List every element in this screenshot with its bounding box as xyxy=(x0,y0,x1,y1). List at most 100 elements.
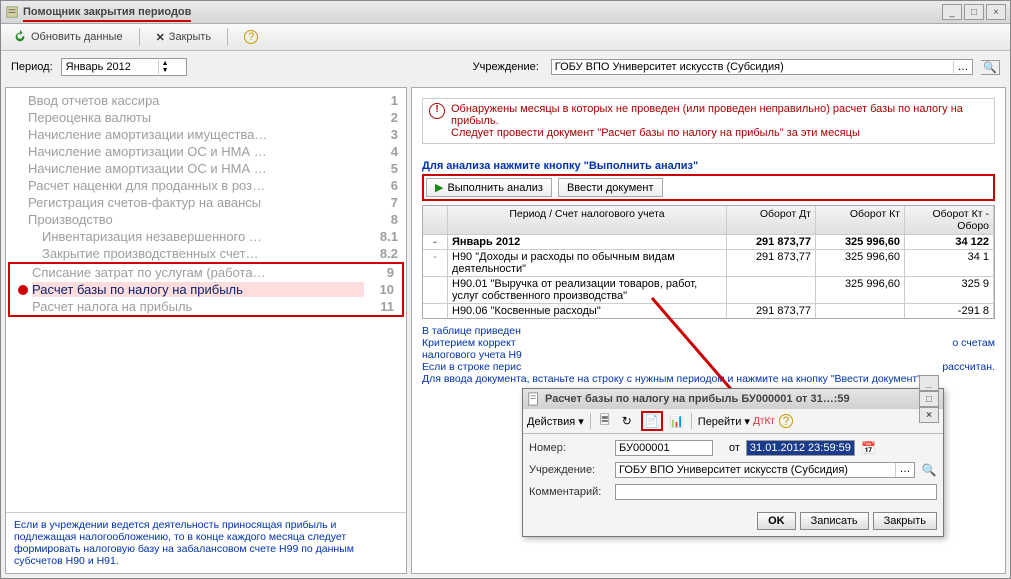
refresh-doc-icon[interactable]: ↻ xyxy=(619,413,635,429)
calendar-icon[interactable]: 📅 xyxy=(861,440,877,456)
task-name: Закрытие производственных счет… xyxy=(42,246,368,261)
doc-close-button[interactable]: Закрыть xyxy=(873,512,937,530)
task-num: 11 xyxy=(364,299,394,314)
doc-title-text: Расчет базы по налогу на прибыль БУ00000… xyxy=(545,393,850,405)
analyze-button[interactable]: ▶ Выполнить анализ xyxy=(426,178,552,197)
task-num: 5 xyxy=(368,161,398,176)
doc-footer: OK Записать Закрыть xyxy=(523,506,943,536)
action-buttons: ▶ Выполнить анализ Ввести документ xyxy=(422,174,995,201)
doc-inst-search[interactable]: 🔍 xyxy=(921,462,937,478)
grid-body: -Январь 2012291 873,77325 996,6034 122-Н… xyxy=(423,234,994,318)
status-dot xyxy=(18,285,28,295)
task-num: 8.2 xyxy=(368,246,398,261)
task-item-3[interactable]: Начисление амортизации имущества…3 xyxy=(6,126,406,143)
content-area: Ввод отчетов кассира1Переоценка валюты2Н… xyxy=(1,83,1010,578)
grid-row[interactable]: -Январь 2012291 873,77325 996,6034 122 xyxy=(423,234,994,249)
left-info-text: Если в учреждении ведется деятельность п… xyxy=(6,512,406,573)
doc-inst-input[interactable] xyxy=(616,463,895,477)
task-name: Расчет наценки для проданных в роз… xyxy=(28,178,368,193)
window-title: Помощник закрытия периодов xyxy=(23,6,191,18)
period-up[interactable]: ▲ xyxy=(158,60,172,67)
warning-icon: ! xyxy=(429,103,445,119)
close-window-button[interactable]: × xyxy=(986,4,1006,20)
task-item-8[interactable]: Производство8 xyxy=(6,211,406,228)
task-name: Инвентаризация незавершенного … xyxy=(42,229,368,244)
task-list[interactable]: Ввод отчетов кассира1Переоценка валюты2Н… xyxy=(6,88,406,512)
grid-row[interactable]: Н90.06 "Косвенные расходы"291 873,77-291… xyxy=(423,303,994,318)
institution-label: Учреждение: xyxy=(473,61,539,73)
document-window: Расчет базы по налогу на прибыль БУ00000… xyxy=(522,388,944,537)
task-item-2[interactable]: Переоценка валюты2 xyxy=(6,109,406,126)
task-num: 8.1 xyxy=(368,229,398,244)
window-controls: _ □ × xyxy=(942,4,1006,20)
enter-doc-button[interactable]: Ввести документ xyxy=(558,178,663,197)
doc-icon xyxy=(527,392,541,406)
maximize-button[interactable]: □ xyxy=(964,4,984,20)
analysis-grid[interactable]: Период / Счет налогового учета Оборот Дт… xyxy=(422,205,995,319)
task-num: 1 xyxy=(368,93,398,108)
task-num: 8 xyxy=(368,212,398,227)
period-down[interactable]: ▼ xyxy=(158,67,172,74)
task-item-7[interactable]: Регистрация счетов-фактур на авансы7 xyxy=(6,194,406,211)
doc-help-icon[interactable]: ? xyxy=(778,413,794,429)
toolbar-separator xyxy=(139,28,140,46)
right-pane: ! Обнаружены месяцы в которых не проведе… xyxy=(411,87,1006,574)
task-name: Расчет налога на прибыль xyxy=(32,299,364,314)
minimize-button[interactable]: _ xyxy=(942,4,962,20)
refresh-button[interactable]: Обновить данные xyxy=(9,28,127,46)
doc-maximize[interactable]: □ xyxy=(919,391,939,407)
task-num: 3 xyxy=(368,127,398,142)
task-name: Переоценка валюты xyxy=(28,110,368,125)
doc-comment-input[interactable] xyxy=(615,484,937,500)
actions-menu[interactable]: Действия ▾ xyxy=(527,415,584,428)
task-item-4[interactable]: Начисление амортизации ОС и НМА …4 xyxy=(6,143,406,160)
task-name: Производство xyxy=(28,212,368,227)
task-num: 9 xyxy=(364,265,394,280)
doc-ok-button[interactable]: OK xyxy=(757,512,796,530)
institution-input[interactable] xyxy=(552,60,953,74)
warning-box: ! Обнаружены месяцы в которых не проведе… xyxy=(422,98,995,144)
institution-open-btn[interactable]: … xyxy=(953,61,972,73)
doc-comment-label: Комментарий: xyxy=(529,486,609,498)
dt-kt-icon[interactable]: ДтКт xyxy=(756,413,772,429)
col-dt: Оборот Дт xyxy=(727,206,816,234)
period-input[interactable] xyxy=(64,60,158,74)
task-item-1[interactable]: Ввод отчетов кассира1 xyxy=(6,92,406,109)
task-item-8.1[interactable]: Инвентаризация незавершенного …8.1 xyxy=(6,228,406,245)
doc-close-x[interactable]: × xyxy=(919,407,939,423)
post-doc-icon[interactable]: 📄 xyxy=(641,411,663,431)
grid-row[interactable]: Н90.01 "Выручка от реализации товаров, р… xyxy=(423,276,994,303)
doc-date-input[interactable]: 31.01.2012 23:59:59 xyxy=(746,440,855,456)
doc-inst-open[interactable]: … xyxy=(895,463,914,477)
filter-row: Период: ▲ ▼ Учреждение: … 🔍 xyxy=(1,51,1010,83)
doc-minimize[interactable]: _ xyxy=(919,375,939,391)
institution-search-btn[interactable]: 🔍 xyxy=(981,60,1000,75)
doc-save-button[interactable]: Записать xyxy=(800,512,869,530)
registers-icon[interactable]: 📊 xyxy=(669,413,685,429)
warning-text: Обнаружены месяцы в которых не проведен … xyxy=(451,103,988,139)
task-item-6[interactable]: Расчет наценки для проданных в роз…6 xyxy=(6,177,406,194)
enter-doc-label: Ввести документ xyxy=(567,182,654,194)
main-window: Помощник закрытия периодов _ □ × Обновит… xyxy=(0,0,1011,579)
close-label: Закрыть xyxy=(169,31,211,43)
goto-menu[interactable]: Перейти ▾ xyxy=(698,415,750,428)
task-name: Ввод отчетов кассира xyxy=(28,93,368,108)
col-diff: Оборот Кт - Оборо xyxy=(905,206,994,234)
help-button[interactable]: ? xyxy=(240,28,262,46)
period-combo[interactable]: ▲ ▼ xyxy=(61,58,187,76)
task-item-11[interactable]: Расчет налога на прибыль11 xyxy=(10,298,402,315)
doc-titlebar: Расчет базы по налогу на прибыль БУ00000… xyxy=(523,389,943,409)
card-icon[interactable]: 🗏 xyxy=(597,413,613,429)
task-name: Списание затрат по услугам (работа… xyxy=(32,265,364,280)
doc-number-input[interactable] xyxy=(615,440,713,456)
task-num: 6 xyxy=(368,178,398,193)
task-item-5[interactable]: Начисление амортизации ОС и НМА …5 xyxy=(6,160,406,177)
close-button[interactable]: ✕ Закрыть xyxy=(152,29,216,46)
task-item-9[interactable]: Списание затрат по услугам (работа…9 xyxy=(10,264,402,281)
left-pane: Ввод отчетов кассира1Переоценка валюты2Н… xyxy=(5,87,407,574)
task-item-8.2[interactable]: Закрытие производственных счет…8.2 xyxy=(6,245,406,262)
task-item-10[interactable]: Расчет базы по налогу на прибыль10 xyxy=(10,281,402,298)
doc-toolbar: Действия ▾ 🗏 ↻ 📄 📊 Перейти ▾ ДтКт ? xyxy=(523,409,943,434)
grid-row[interactable]: -Н90 "Доходы и расходы по обычным видам … xyxy=(423,249,994,276)
institution-select[interactable]: … xyxy=(551,59,973,75)
